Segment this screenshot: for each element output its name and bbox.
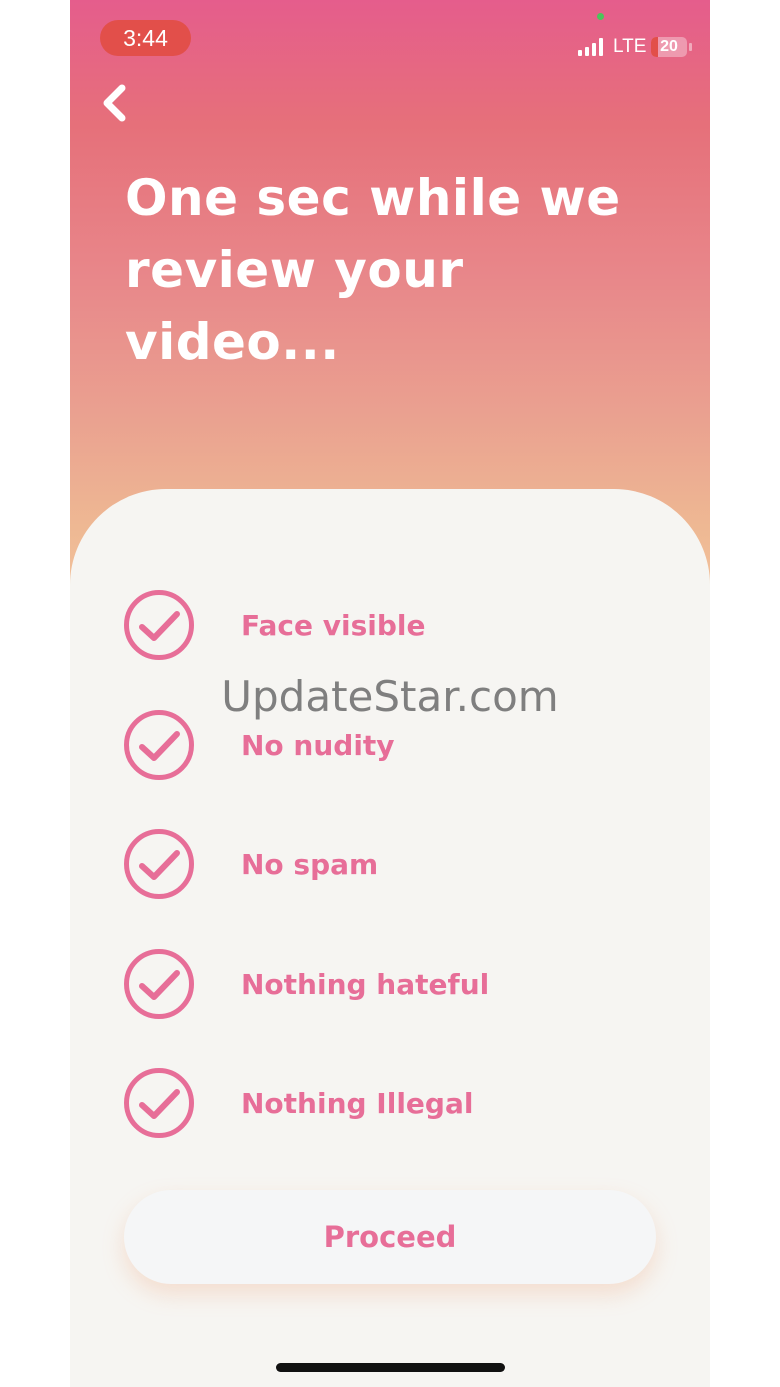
checklist-item-label: Nothing hateful [241,967,490,1001]
checklist-item-label: No spam [241,848,379,881]
check-circle-icon [124,590,194,660]
chevron-left-icon [103,84,126,122]
check-circle-icon [124,829,194,899]
back-button[interactable] [96,80,136,126]
checklist-item-label: No nudity [241,728,395,762]
checklist-item: Nothing hateful [123,948,623,1022]
check-circle-icon [124,1068,194,1138]
battery-icon: 20 [651,37,687,57]
home-indicator[interactable] [276,1363,505,1372]
check-circle-icon [124,709,194,780]
status-time: 3:44 [100,20,191,56]
checklist-item-label: Nothing Illegal [241,1087,474,1120]
checklist-item: Face visible [123,589,623,663]
checklist-item: Nothing Illegal [123,1067,623,1141]
page-title: One sec while we review your video... [125,169,621,371]
network-type: LTE [613,36,647,57]
battery-level: 20 [660,38,678,55]
check-circle-icon [124,948,194,1019]
checklist-item-label: Face visible [241,609,426,642]
checklist-item: No spam [123,828,623,902]
battery-cap [689,43,692,51]
phone-screen: 3:44 LTE 20 One sec while we review your… [70,0,710,1387]
camera-indicator-dot [597,13,604,20]
checklist-item: No nudity [123,709,623,783]
proceed-button[interactable]: Proceed [124,1190,656,1284]
signal-strength-icon [578,38,608,56]
